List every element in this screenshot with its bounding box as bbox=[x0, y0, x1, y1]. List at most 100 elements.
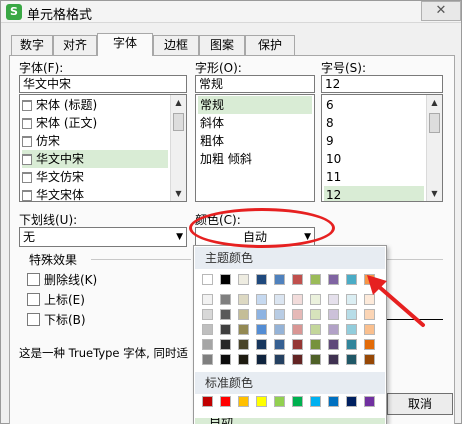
color-swatch[interactable] bbox=[202, 396, 213, 407]
color-swatch[interactable] bbox=[292, 274, 303, 285]
font-list-scrollbar[interactable]: ▲ ▼ bbox=[170, 95, 186, 201]
color-swatch[interactable] bbox=[328, 309, 339, 320]
color-swatch[interactable] bbox=[220, 339, 231, 350]
color-swatch[interactable] bbox=[220, 354, 231, 365]
color-swatch[interactable] bbox=[292, 396, 303, 407]
color-swatch[interactable] bbox=[292, 309, 303, 320]
color-swatch[interactable] bbox=[310, 339, 321, 350]
tab-alignment[interactable]: 对齐 bbox=[53, 35, 97, 55]
scroll-up-icon[interactable]: ▲ bbox=[171, 95, 186, 110]
color-swatch[interactable] bbox=[292, 324, 303, 335]
strikethrough-checkbox[interactable]: 删除线(K) bbox=[27, 273, 97, 289]
color-swatch[interactable] bbox=[346, 294, 357, 305]
tab-protection[interactable]: 保护 bbox=[245, 35, 295, 55]
tab-pattern[interactable]: 图案 bbox=[199, 35, 245, 55]
list-item[interactable]: 9 bbox=[324, 132, 424, 150]
checkbox-box[interactable] bbox=[27, 313, 40, 326]
list-item[interactable]: 8 bbox=[324, 114, 424, 132]
tab-border[interactable]: 边框 bbox=[153, 35, 199, 55]
color-swatch[interactable] bbox=[328, 396, 339, 407]
list-item[interactable]: 宋体 (标题) bbox=[22, 96, 168, 114]
size-list[interactable]: 6 8 9 10 11 12 ▲ ▼ bbox=[321, 94, 443, 202]
color-swatch[interactable] bbox=[256, 339, 267, 350]
color-swatch[interactable] bbox=[256, 274, 267, 285]
color-swatch[interactable] bbox=[328, 274, 339, 285]
color-swatch[interactable] bbox=[202, 339, 213, 350]
color-swatch[interactable] bbox=[364, 339, 375, 350]
list-item[interactable]: 华文仿宋 bbox=[22, 168, 168, 186]
list-item[interactable]: 粗体 bbox=[198, 132, 312, 150]
color-swatch[interactable] bbox=[202, 354, 213, 365]
color-swatch[interactable] bbox=[346, 274, 357, 285]
list-item-selected[interactable]: 华文中宋 bbox=[22, 150, 168, 168]
list-item[interactable]: 斜体 bbox=[198, 114, 312, 132]
color-swatch[interactable] bbox=[274, 274, 285, 285]
color-swatch[interactable] bbox=[238, 294, 249, 305]
scroll-thumb[interactable] bbox=[429, 113, 440, 133]
color-swatch[interactable] bbox=[346, 339, 357, 350]
color-swatch[interactable] bbox=[292, 354, 303, 365]
color-swatch[interactable] bbox=[202, 274, 213, 285]
automatic-color-option[interactable]: 自动 bbox=[195, 418, 385, 424]
color-swatch[interactable] bbox=[202, 309, 213, 320]
font-list[interactable]: 宋体 (标题) 宋体 (正文) 仿宋 华文中宋 华文仿宋 华文宋体 ▲ ▼ bbox=[19, 94, 187, 202]
size-input[interactable]: 12 bbox=[321, 75, 443, 93]
color-swatch[interactable] bbox=[256, 354, 267, 365]
checkbox-box[interactable] bbox=[27, 273, 40, 286]
tab-font[interactable]: 字体 bbox=[97, 33, 153, 56]
color-swatch[interactable] bbox=[310, 324, 321, 335]
scroll-up-icon[interactable]: ▲ bbox=[427, 95, 442, 110]
color-swatch[interactable] bbox=[238, 309, 249, 320]
style-list[interactable]: 常规 斜体 粗体 加粗 倾斜 bbox=[195, 94, 315, 202]
scroll-down-icon[interactable]: ▼ bbox=[171, 186, 186, 201]
color-swatch[interactable] bbox=[346, 324, 357, 335]
list-item[interactable]: 6 bbox=[324, 96, 424, 114]
color-swatch[interactable] bbox=[310, 274, 321, 285]
list-item-selected[interactable]: 12 bbox=[324, 186, 424, 201]
color-swatch[interactable] bbox=[256, 309, 267, 320]
color-swatch[interactable] bbox=[202, 324, 213, 335]
scroll-thumb[interactable] bbox=[173, 113, 184, 131]
color-swatch[interactable] bbox=[310, 354, 321, 365]
superscript-checkbox[interactable]: 上标(E) bbox=[27, 293, 85, 309]
color-swatch[interactable] bbox=[328, 339, 339, 350]
underline-select[interactable]: 无 ▼ bbox=[19, 227, 187, 247]
cancel-button[interactable]: 取消 bbox=[387, 393, 453, 415]
color-swatch[interactable] bbox=[256, 324, 267, 335]
list-item[interactable]: 仿宋 bbox=[22, 132, 168, 150]
color-swatch[interactable] bbox=[346, 354, 357, 365]
color-swatch[interactable] bbox=[292, 294, 303, 305]
color-swatch[interactable] bbox=[292, 339, 303, 350]
color-swatch[interactable] bbox=[328, 354, 339, 365]
close-button[interactable]: ✕ bbox=[421, 1, 461, 21]
color-swatch[interactable] bbox=[220, 396, 231, 407]
color-swatch[interactable] bbox=[274, 396, 285, 407]
color-swatch[interactable] bbox=[310, 309, 321, 320]
color-swatch[interactable] bbox=[310, 294, 321, 305]
color-swatch[interactable] bbox=[346, 396, 357, 407]
color-swatch[interactable] bbox=[274, 324, 285, 335]
color-swatch[interactable] bbox=[256, 396, 267, 407]
color-swatch[interactable] bbox=[274, 339, 285, 350]
color-swatch[interactable] bbox=[274, 354, 285, 365]
checkbox-box[interactable] bbox=[27, 293, 40, 306]
color-swatch[interactable] bbox=[256, 294, 267, 305]
color-swatch[interactable] bbox=[238, 354, 249, 365]
color-swatch[interactable] bbox=[274, 309, 285, 320]
color-swatch[interactable] bbox=[310, 396, 321, 407]
list-item[interactable]: 11 bbox=[324, 168, 424, 186]
color-swatch[interactable] bbox=[364, 354, 375, 365]
color-swatch[interactable] bbox=[238, 339, 249, 350]
list-item[interactable]: 加粗 倾斜 bbox=[198, 150, 312, 168]
color-swatch[interactable] bbox=[220, 294, 231, 305]
color-swatch[interactable] bbox=[220, 274, 231, 285]
color-swatch[interactable] bbox=[328, 324, 339, 335]
color-swatch[interactable] bbox=[238, 396, 249, 407]
tab-number[interactable]: 数字 bbox=[11, 35, 53, 55]
list-item[interactable]: 华文宋体 bbox=[22, 186, 168, 201]
font-input[interactable]: 华文中宋 bbox=[19, 75, 187, 93]
color-swatch[interactable] bbox=[220, 309, 231, 320]
color-swatch[interactable] bbox=[346, 309, 357, 320]
style-input[interactable]: 常规 bbox=[195, 75, 315, 93]
color-swatch[interactable] bbox=[202, 294, 213, 305]
